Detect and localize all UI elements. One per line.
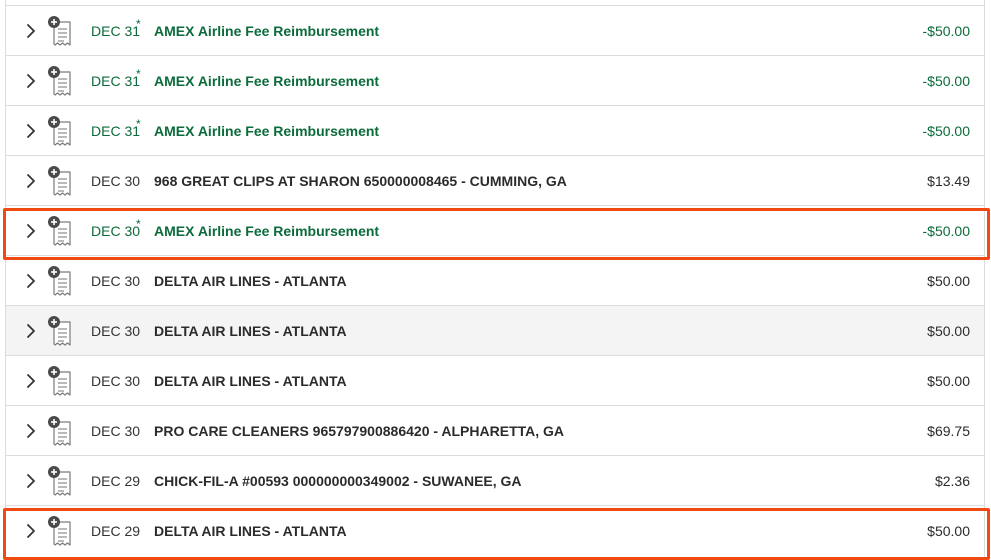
transaction-description: DELTA AIR LINES - ATLANTA xyxy=(154,323,347,339)
transaction-date: DEC 31 xyxy=(91,23,141,39)
transaction-description: AMEX Airline Fee Reimbursement xyxy=(154,123,380,139)
transaction-description: PRO CARE CLEANERS 965797900886420 - ALPH… xyxy=(154,423,565,439)
transaction-date: DEC 30 xyxy=(91,273,141,289)
chevron-right-icon[interactable] xyxy=(24,23,38,39)
add-receipt-icon[interactable] xyxy=(46,64,76,98)
transaction-amount: $50.00 xyxy=(927,373,970,389)
transaction-row[interactable]: DEC 30 PRO CARE CLEANERS 965797900886420 … xyxy=(6,406,984,456)
transaction-amount: -$50.00 xyxy=(922,23,970,39)
add-receipt-icon[interactable] xyxy=(46,464,76,498)
add-receipt-icon[interactable] xyxy=(46,14,76,48)
transaction-date: DEC 30 xyxy=(91,173,141,189)
transaction-description: DELTA AIR LINES - ATLANTA xyxy=(154,373,347,389)
transaction-row[interactable]: DEC 30 * AMEX Airline Fee Reimbursement -$5… xyxy=(6,206,984,256)
transaction-row[interactable]: DEC 31 * AMEX Airline Fee Reimbursement -$5… xyxy=(6,56,984,106)
transaction-description: DELTA AIR LINES - ATLANTA xyxy=(154,273,347,289)
transaction-row[interactable]: DEC 31 * AMEX Airline Fee Reimbursement -$5… xyxy=(6,106,984,156)
chevron-right-icon[interactable] xyxy=(24,73,38,89)
transaction-amount: $2.36 xyxy=(934,473,970,489)
pending-marker: * xyxy=(136,217,141,231)
add-receipt-icon[interactable] xyxy=(46,114,76,148)
transaction-date: DEC 29 xyxy=(91,473,141,489)
transaction-row[interactable]: DEC 30 DELTA AIR LINES - ATLANTA $50.00 xyxy=(6,356,984,406)
transaction-row[interactable]: DEC 30 DELTA AIR LINES - ATLANTA $50.00 xyxy=(6,256,984,306)
transaction-amount: $50.00 xyxy=(927,323,970,339)
transaction-description: AMEX Airline Fee Reimbursement xyxy=(154,73,380,89)
transaction-amount: $50.00 xyxy=(927,273,970,289)
transaction-description: 968 GREAT CLIPS AT SHARON 650000008465 -… xyxy=(154,173,567,189)
add-receipt-icon[interactable] xyxy=(46,164,76,198)
transaction-amount: -$50.00 xyxy=(922,223,970,239)
transaction-amount: $13.49 xyxy=(927,173,970,189)
add-receipt-icon[interactable] xyxy=(46,364,76,398)
transaction-row[interactable]: DEC 30 968 GREAT CLIPS AT SHARON 65000000… xyxy=(6,156,984,206)
transaction-date: DEC 30 xyxy=(91,423,141,439)
add-receipt-icon[interactable] xyxy=(46,264,76,298)
transaction-date: DEC 30 xyxy=(91,323,141,339)
transaction-amount: $50.00 xyxy=(927,523,970,539)
transaction-row[interactable]: DEC 29 DELTA AIR LINES - ATLANTA $50.00 xyxy=(6,506,984,556)
add-receipt-icon[interactable] xyxy=(46,414,76,448)
chevron-right-icon[interactable] xyxy=(24,223,38,239)
transaction-description: AMEX Airline Fee Reimbursement xyxy=(154,223,380,239)
transaction-amount: -$50.00 xyxy=(922,73,970,89)
transaction-date: DEC 30 xyxy=(91,223,141,239)
chevron-right-icon[interactable] xyxy=(24,173,38,189)
transaction-description: CHICK-FIL-A #00593 000000000349002 - SUW… xyxy=(154,473,522,489)
transaction-date: DEC 31 xyxy=(91,123,141,139)
transaction-row[interactable]: DEC 31 * AMEX Airline Fee Reimbursement -$5… xyxy=(6,6,984,56)
chevron-right-icon[interactable] xyxy=(24,373,38,389)
chevron-right-icon[interactable] xyxy=(24,523,38,539)
transaction-date: DEC 31 xyxy=(91,73,141,89)
chevron-right-icon[interactable] xyxy=(24,273,38,289)
add-receipt-icon[interactable] xyxy=(46,314,76,348)
pending-marker: * xyxy=(136,67,141,81)
chevron-right-icon[interactable] xyxy=(24,323,38,339)
chevron-right-icon[interactable] xyxy=(24,423,38,439)
add-receipt-icon[interactable] xyxy=(46,514,76,548)
transaction-description: AMEX Airline Fee Reimbursement xyxy=(154,23,380,39)
pending-marker: * xyxy=(136,17,141,31)
chevron-right-icon[interactable] xyxy=(24,123,38,139)
transaction-row[interactable]: DEC 30 DELTA AIR LINES - ATLANTA $50.00 xyxy=(6,306,984,356)
chevron-right-icon[interactable] xyxy=(24,473,38,489)
pending-marker: * xyxy=(136,117,141,131)
add-receipt-icon[interactable] xyxy=(46,214,76,248)
transaction-date: DEC 30 xyxy=(91,373,141,389)
transaction-list: DEC 31 * AMEX Airline Fee Reimbursement -$5… xyxy=(5,0,985,559)
transaction-date: DEC 29 xyxy=(91,523,141,539)
transaction-amount: -$50.00 xyxy=(922,123,970,139)
transaction-amount: $69.75 xyxy=(927,423,970,439)
transaction-description: DELTA AIR LINES - ATLANTA xyxy=(154,523,347,539)
transaction-row[interactable]: DEC 29 CHICK-FIL-A #00593 000000000349002… xyxy=(6,456,984,506)
